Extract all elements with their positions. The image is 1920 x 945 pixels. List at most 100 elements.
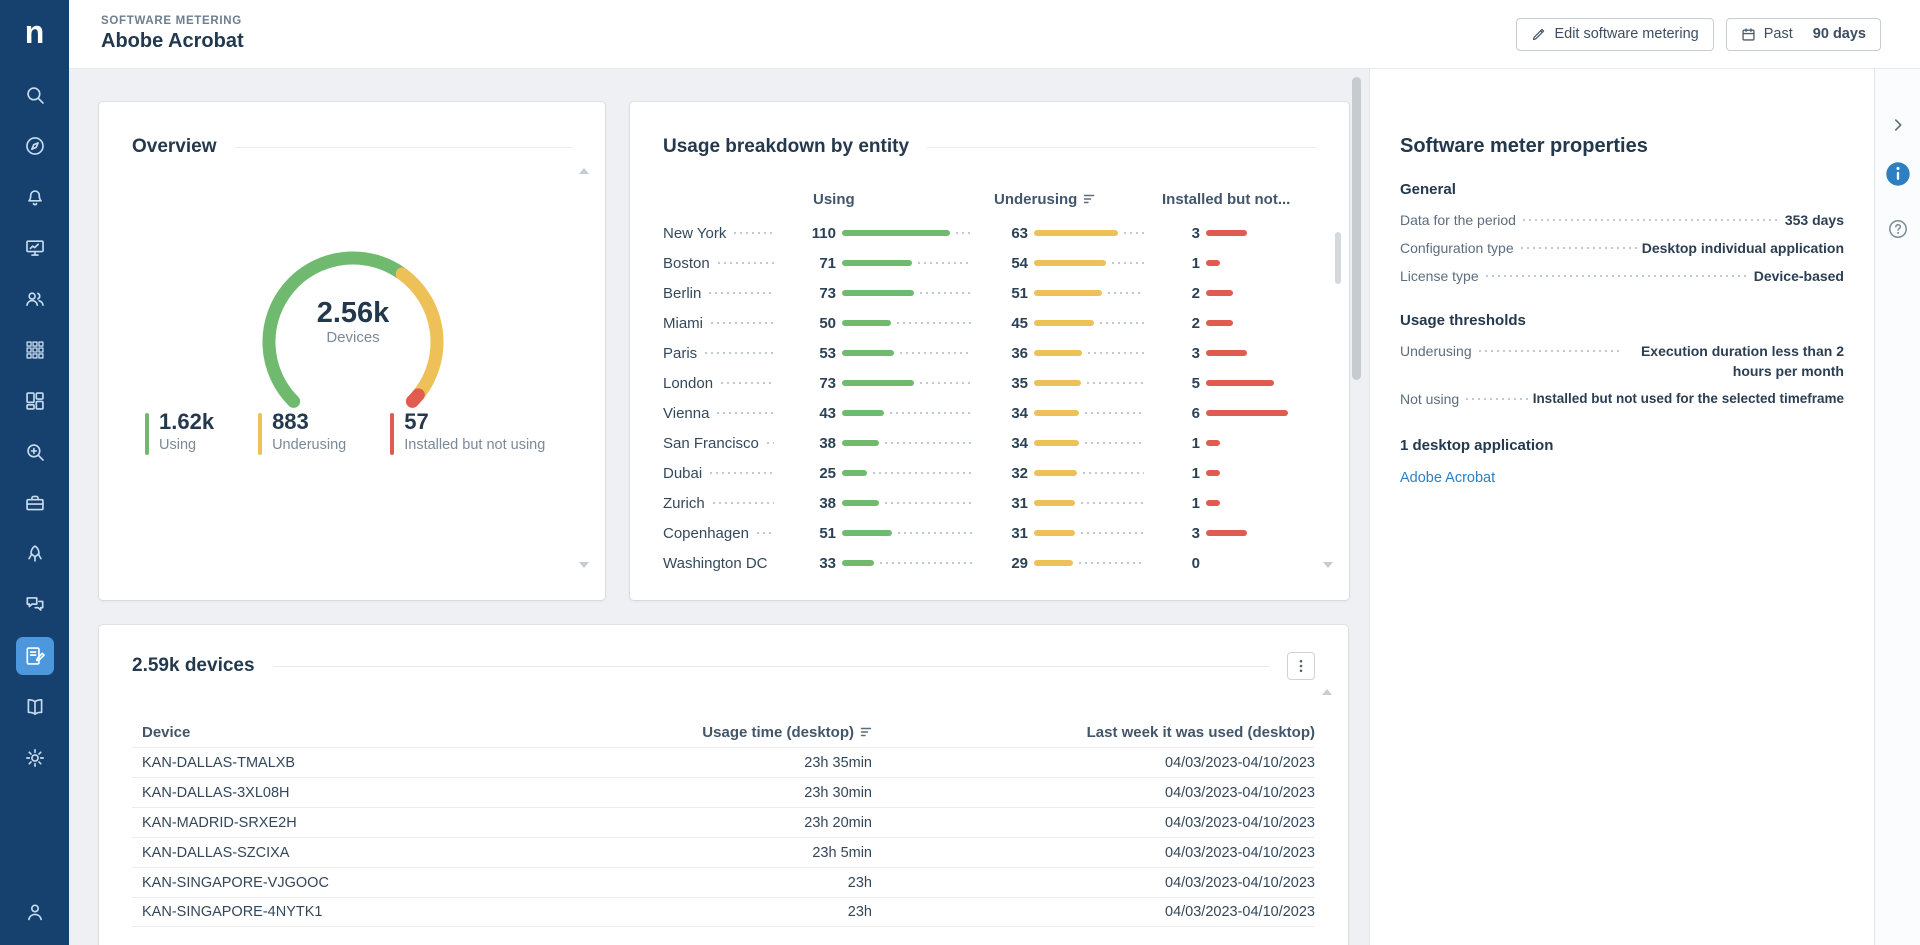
dotted-leader <box>774 562 775 564</box>
entity-value: 38 <box>796 495 836 512</box>
property-row: Configuration type Desktop individual ap… <box>1400 234 1844 262</box>
toolbox-icon <box>24 492 46 514</box>
app-count-label: 1 desktop application <box>1400 437 1844 454</box>
dotted-leader <box>716 262 774 264</box>
adobe-acrobat-link[interactable]: Adobe Acrobat <box>1400 470 1495 486</box>
legend-color-bar <box>258 413 262 455</box>
devices-rows: KAN-DALLAS-TMALXB 23h 35min 04/03/2023-0… <box>132 747 1315 927</box>
sidebar-item-search[interactable] <box>16 76 54 114</box>
column-usage-time-sort[interactable]: Usage time (desktop) <box>552 724 872 741</box>
main-scrollbar[interactable] <box>1352 77 1361 380</box>
dotted-leader <box>1464 398 1528 400</box>
dotted-leader <box>1085 382 1144 384</box>
entity-bar <box>1206 530 1247 536</box>
dotted-leader <box>1122 232 1144 234</box>
sidebar-item-users[interactable] <box>16 280 54 318</box>
property-label: Data for the period <box>1400 210 1516 230</box>
sidebar-item-rocket[interactable] <box>16 535 54 573</box>
properties-title: Software meter properties <box>1400 133 1844 159</box>
sidebar-item-search-insights[interactable] <box>16 433 54 471</box>
overview-title: Overview <box>132 136 217 158</box>
dotted-leader <box>707 292 774 294</box>
app-logo[interactable]: n <box>25 0 45 64</box>
device-row[interactable]: KAN-SINGAPORE-VJGOOC 23h 04/03/2023-04/1… <box>132 867 1315 897</box>
entity-value: 33 <box>796 555 836 572</box>
entity-name: London <box>663 375 713 392</box>
entity-bar <box>842 320 891 326</box>
device-row[interactable]: KAN-DALLAS-SZCIXA 23h 5min 04/03/2023-04… <box>132 837 1315 867</box>
device-usage-time: 23h 5min <box>552 845 872 861</box>
scroll-up-arrow[interactable] <box>1322 689 1332 695</box>
period-selector-button[interactable]: Past 90 days <box>1726 18 1881 51</box>
column-underusing-sort[interactable]: Underusing <box>988 191 1144 208</box>
scroll-down-arrow[interactable] <box>1323 562 1333 568</box>
entity-value: 1 <box>1160 465 1200 482</box>
dotted-leader <box>711 502 774 504</box>
sidebar-item-grid[interactable] <box>16 331 54 369</box>
device-row[interactable]: KAN-SINGAPORE-4NYTK1 23h 04/03/2023-04/1… <box>132 897 1315 927</box>
entity-bar <box>1034 380 1081 386</box>
entity-value: 53 <box>796 345 836 362</box>
sidebar-item-monitor[interactable] <box>16 229 54 267</box>
side-rail <box>1874 69 1920 945</box>
compass-icon <box>24 135 46 157</box>
entity-scrollbar[interactable] <box>1335 232 1341 284</box>
sort-icon <box>860 726 872 738</box>
dotted-leader <box>883 502 972 504</box>
device-last-week: 04/03/2023-04/10/2023 <box>872 785 1315 801</box>
entity-value: 110 <box>796 225 836 242</box>
sidebar-item-compass[interactable] <box>16 127 54 165</box>
topbar-actions: Edit software metering Past 90 days <box>1516 18 1881 51</box>
scroll-up-arrow[interactable] <box>579 168 589 174</box>
entity-value: 43 <box>796 405 836 422</box>
device-row[interactable]: KAN-DALLAS-3XL08H 23h 30min 04/03/2023-0… <box>132 777 1315 807</box>
topbar: SOFTWARE METERING Abobe Acrobat Edit sof… <box>69 0 1920 69</box>
entity-value: 2 <box>1160 285 1200 302</box>
entity-value: 3 <box>1160 225 1200 242</box>
sidebar-item-software-metering[interactable] <box>16 637 54 675</box>
devices-card: 2.59k devices Device Usage time (desktop… <box>99 625 1348 945</box>
scroll-down-arrow[interactable] <box>579 562 589 568</box>
legend-color-bar <box>390 413 394 455</box>
collapse-panel-button[interactable] <box>1889 116 1907 134</box>
entity-bar <box>1034 470 1077 476</box>
gauge-segment <box>412 395 418 402</box>
help-button[interactable] <box>1888 219 1908 239</box>
entity-value: 31 <box>988 525 1028 542</box>
device-usage-time: 23h <box>552 904 872 920</box>
sidebar-item-bell[interactable] <box>16 178 54 216</box>
edit-software-metering-button[interactable]: Edit software metering <box>1516 18 1713 51</box>
devices-menu-button[interactable] <box>1287 652 1315 680</box>
sidebar-item-chat[interactable] <box>16 586 54 624</box>
question-mark-icon <box>1888 219 1908 239</box>
sidebar-item-user[interactable] <box>16 893 54 931</box>
column-underusing-label: Underusing <box>994 191 1077 208</box>
entity-bar <box>1034 440 1079 446</box>
column-device: Device <box>132 724 552 741</box>
title-divider <box>273 666 1269 667</box>
device-row[interactable]: KAN-MADRID-SRXE2H 23h 20min 04/03/2023-0… <box>132 807 1315 837</box>
entity-row: Boston71 54 1 <box>663 248 1316 278</box>
info-tab-button[interactable] <box>1885 161 1911 187</box>
sidebar-item-toolbox[interactable] <box>16 484 54 522</box>
sidebar-item-dashboard-tiles[interactable] <box>16 382 54 420</box>
legend-value: 883 <box>272 410 346 434</box>
dotted-leader <box>895 322 972 324</box>
properties-body: GeneralData for the period 353 daysConfi… <box>1400 181 1844 413</box>
property-label: Not using <box>1400 389 1459 409</box>
entity-name: Washington DC <box>663 555 768 572</box>
title-divider <box>235 147 573 148</box>
dotted-leader <box>765 442 774 444</box>
device-row[interactable]: KAN-DALLAS-TMALXB 23h 35min 04/03/2023-0… <box>132 747 1315 777</box>
column-usage-time-label: Usage time (desktop) <box>702 724 854 741</box>
device-name: KAN-DALLAS-3XL08H <box>132 785 552 801</box>
grid-icon <box>24 339 46 361</box>
entity-bar <box>1206 470 1220 476</box>
sidebar-item-gear[interactable] <box>16 739 54 777</box>
legend-label: Using <box>159 437 214 453</box>
devices-table-header: Device Usage time (desktop) Last week it… <box>132 717 1315 747</box>
dotted-leader <box>1106 292 1144 294</box>
entity-value: 25 <box>796 465 836 482</box>
properties-apps: 1 desktop application Adobe Acrobat <box>1400 437 1844 487</box>
sidebar-item-book[interactable] <box>16 688 54 726</box>
